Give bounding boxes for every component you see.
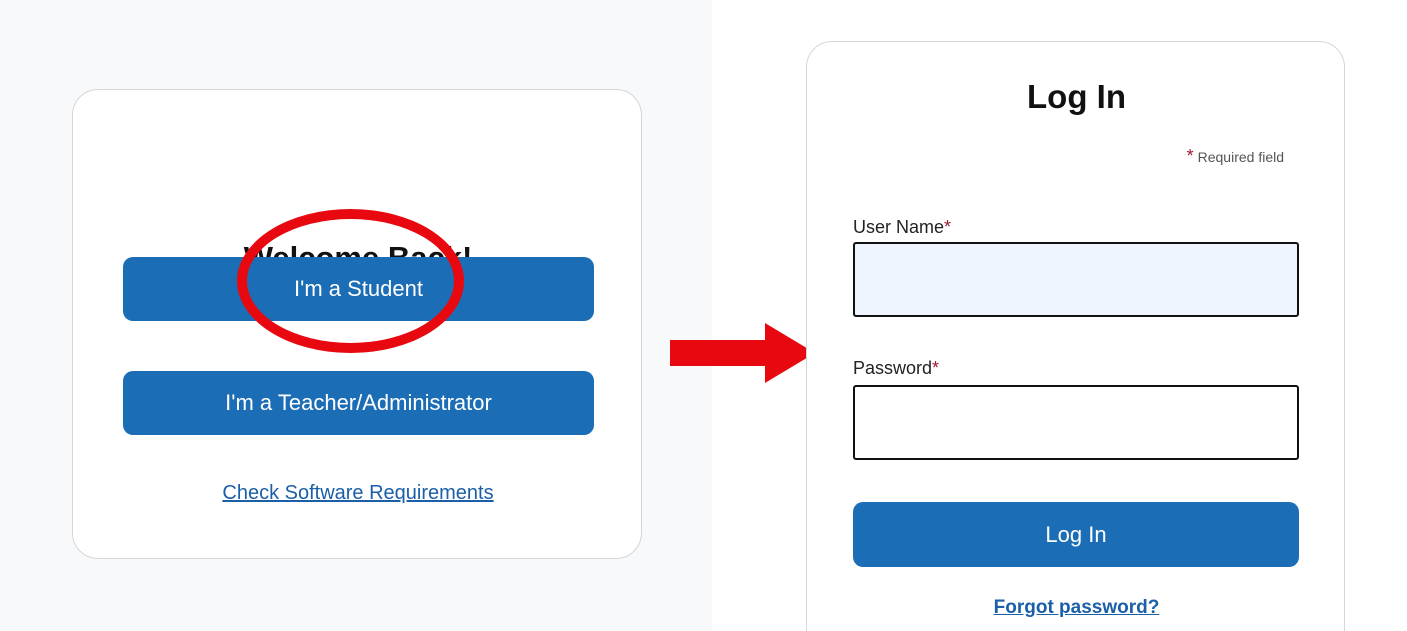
tutorial-screenshot: Welcome Back! I'm a Student I'm a Teache…	[0, 0, 1407, 631]
login-button[interactable]: Log In	[853, 502, 1299, 567]
password-input[interactable]	[853, 385, 1299, 460]
arrow-right-icon	[670, 323, 815, 383]
username-label-text: User Name	[853, 217, 945, 237]
role-selection-panel: Welcome Back! I'm a Student I'm a Teache…	[0, 0, 712, 631]
teacher-administrator-button[interactable]: I'm a Teacher/Administrator	[123, 371, 594, 435]
username-label: User Name*	[853, 217, 951, 238]
login-title: Log In	[1027, 78, 1126, 115]
password-label: Password*	[853, 358, 939, 379]
required-field-text: Required field	[1197, 149, 1284, 165]
username-required-star: *	[944, 217, 952, 237]
password-required-star: *	[932, 358, 940, 378]
required-field-note: * Required field	[1187, 146, 1284, 167]
welcome-card: Welcome Back! I'm a Student I'm a Teache…	[72, 89, 642, 559]
password-label-text: Password	[853, 358, 933, 378]
forgot-password-link[interactable]: Forgot password?	[807, 597, 1346, 619]
required-star: *	[1186, 146, 1194, 166]
check-software-requirements-link[interactable]: Check Software Requirements	[73, 482, 643, 505]
student-button[interactable]: I'm a Student	[123, 257, 594, 321]
login-card: Log In * Required field User Name* Passwo…	[806, 41, 1345, 631]
username-input[interactable]	[853, 242, 1299, 317]
